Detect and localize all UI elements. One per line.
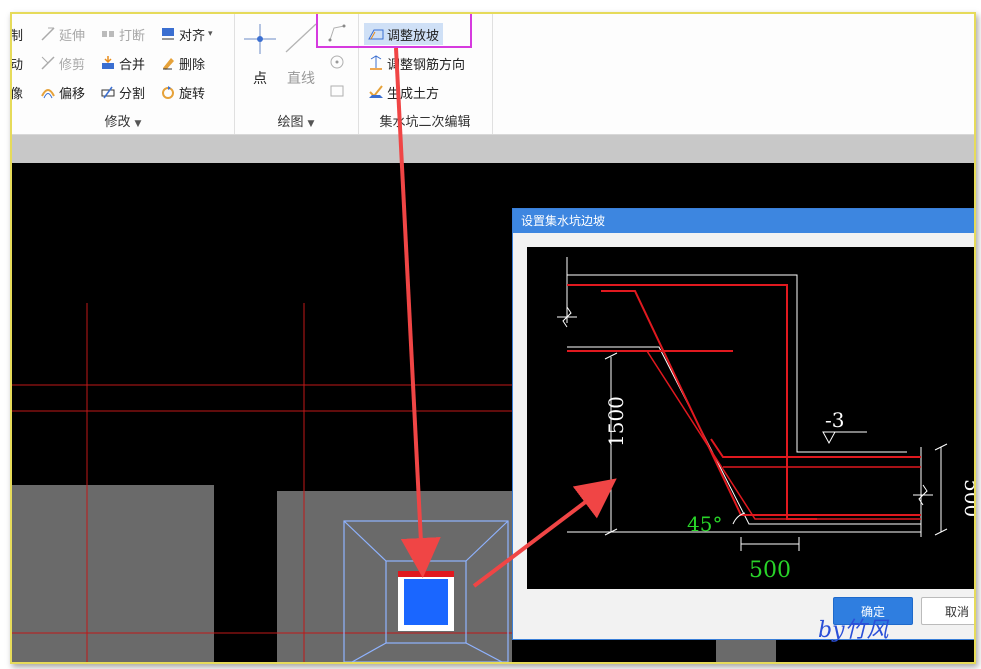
offset-icon — [40, 84, 56, 100]
rotate-label: 旋转 — [179, 86, 206, 102]
break-label: 打断 — [119, 28, 146, 44]
extend-label: 延伸 — [59, 28, 86, 44]
pit-edit-group-label: 集水坑二次编辑 — [379, 115, 471, 130]
slope-angle-label: 45° — [687, 512, 722, 536]
merge-icon — [100, 55, 116, 71]
highlight-box — [316, 14, 472, 48]
earthwork-icon — [368, 84, 384, 100]
delete-label: 删除 — [179, 57, 206, 73]
chevron-down-icon: ▾ — [208, 29, 213, 39]
app-window: 制 延伸 打断 对齐 ▾ 动 修剪 合并 删除 像 偏移 分割 旋转 修改 ▼ … — [10, 12, 976, 664]
point-label: 点 — [253, 71, 267, 87]
adjust-rebar-label: 调整钢筋方向 — [387, 57, 466, 73]
chevron-down-icon: ▼ — [307, 119, 315, 129]
move-button[interactable]: 动 — [10, 52, 24, 74]
dialog-title: 设置集水坑边坡 — [513, 209, 974, 233]
generate-earthwork-button[interactable]: 生成土方 — [368, 81, 439, 103]
selected-edge — [398, 571, 454, 577]
copy-button[interactable]: 制 — [10, 23, 24, 45]
merge-label: 合并 — [119, 57, 146, 73]
trim-icon — [40, 55, 56, 71]
adjust-rebar-direction-button[interactable]: 调整钢筋方向 — [368, 52, 465, 74]
break-button[interactable]: 打断 — [100, 23, 145, 45]
depth-dimension-label: 1500 — [604, 396, 628, 447]
offset-label: 偏移 — [59, 86, 86, 102]
signature-watermark: by竹风 — [818, 618, 889, 643]
point-crosshair-icon — [244, 24, 276, 54]
modify-group: 制 延伸 打断 对齐 ▾ 动 修剪 合并 删除 像 偏移 分割 旋转 修改 ▼ — [12, 14, 235, 134]
point-tool-button[interactable]: 点 — [240, 20, 280, 90]
panel-separator — [12, 135, 974, 163]
move-label: 动 — [10, 57, 24, 73]
split-button[interactable]: 分割 — [100, 81, 145, 103]
draw-group-label[interactable]: 绘图 ▼ — [234, 111, 358, 130]
earthwork-label: 生成土方 — [387, 86, 440, 102]
slab-center — [277, 491, 512, 662]
extend-button[interactable]: 延伸 — [40, 23, 85, 45]
line-label: 直线 — [287, 71, 315, 87]
slope-diagram: 1500 -3 45° 500 500 — [527, 247, 976, 589]
circle-icon — [330, 55, 344, 69]
ribbon-toolbar: 制 延伸 打断 对齐 ▾ 动 修剪 合并 删除 像 偏移 分割 旋转 修改 ▼ … — [12, 14, 974, 135]
pit-slope-dialog: 设置集水坑边坡 1500 -3 45° 500 500 确定 取消 — [512, 208, 976, 640]
rect-tool-button[interactable] — [326, 80, 348, 102]
selected-pit — [404, 579, 448, 625]
base-thickness-label: 500 — [960, 479, 976, 517]
circle-tool-button[interactable] — [326, 51, 348, 73]
rebar-direction-icon — [368, 55, 384, 71]
eraser-icon — [160, 55, 176, 71]
extend-icon — [40, 26, 56, 42]
slope-width-label: 500 — [749, 558, 791, 583]
cancel-button[interactable]: 取消 — [921, 597, 974, 625]
align-button[interactable]: 对齐 ▾ — [160, 23, 213, 45]
break-icon — [100, 26, 116, 42]
merge-button[interactable]: 合并 — [100, 52, 145, 74]
copy-label: 制 — [10, 28, 24, 44]
modify-group-label[interactable]: 修改 ▼ — [12, 111, 234, 130]
elevation-label: -3 — [825, 408, 844, 432]
trim-label: 修剪 — [59, 57, 86, 73]
offset-button[interactable]: 偏移 — [40, 81, 85, 103]
split-icon — [100, 84, 116, 100]
mirror-label: 像 — [10, 86, 24, 102]
split-label: 分割 — [119, 86, 146, 102]
delete-button[interactable]: 删除 — [160, 52, 205, 74]
slab-left — [12, 485, 214, 662]
align-icon — [160, 26, 176, 42]
rectangle-icon — [330, 85, 344, 97]
rotate-button[interactable]: 旋转 — [160, 81, 205, 103]
trim-button[interactable]: 修剪 — [40, 52, 85, 74]
mirror-button[interactable]: 像 — [10, 81, 24, 103]
chevron-down-icon: ▼ — [134, 119, 142, 129]
align-label: 对齐 — [179, 28, 206, 44]
rotate-icon — [160, 84, 176, 100]
slope-section-drawing: 1500 -3 45° 500 500 — [557, 257, 976, 583]
